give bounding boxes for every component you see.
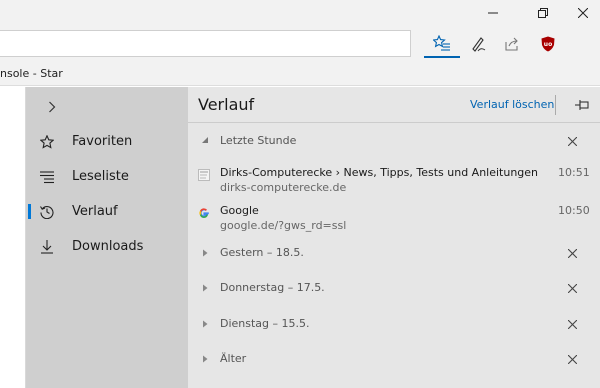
- svg-text:uo: uo: [544, 41, 552, 48]
- close-window-button[interactable]: [560, 0, 600, 26]
- close-icon: [567, 319, 577, 329]
- hub-nav-favorites[interactable]: Favoriten: [26, 124, 188, 159]
- ublock-origin-icon: uo: [541, 36, 555, 52]
- history-group-older[interactable]: Älter: [188, 342, 600, 376]
- history-entry-url: google.de/?gws_rd=ssl: [220, 219, 347, 232]
- share-icon: [505, 37, 518, 51]
- history-group-label: Dienstag – 15.5.: [220, 317, 310, 330]
- history-clock-icon: [40, 205, 54, 219]
- history-group-label: Letzte Stunde: [220, 134, 297, 147]
- title-bar: [0, 0, 600, 26]
- pin-icon: [575, 100, 589, 110]
- close-icon: [567, 248, 577, 258]
- pin-pane-button[interactable]: [571, 95, 593, 115]
- hub-nav-reading-list[interactable]: Leseliste: [26, 159, 188, 194]
- hub-nav-label: Favoriten: [72, 134, 133, 149]
- web-notes-button[interactable]: [460, 30, 496, 58]
- more-button[interactable]: [565, 30, 600, 58]
- history-group-label: Donnerstag – 17.5.: [220, 281, 325, 294]
- notes-pen-icon: [472, 37, 486, 52]
- hub-nav-label: Leseliste: [72, 169, 129, 184]
- hub-nav-label: Downloads: [72, 239, 144, 254]
- delete-group-button[interactable]: [564, 316, 580, 332]
- history-header: Verlauf Verlauf löschen: [188, 87, 600, 123]
- delete-group-button[interactable]: [564, 133, 580, 149]
- caret-right-icon: [203, 320, 208, 328]
- delete-group-button[interactable]: [564, 351, 580, 367]
- favorites-bar-item[interactable]: nsole - Star: [0, 67, 63, 80]
- minimize-icon: [488, 12, 498, 14]
- browser-toolbar: uo: [0, 26, 600, 62]
- reading-list-icon: [40, 170, 54, 183]
- history-entry-title: Dirks-Computerecke › News, Tipps, Tests …: [220, 166, 539, 179]
- restore-icon: [538, 8, 548, 18]
- history-entry-time: 10:50: [558, 204, 590, 217]
- page-content: [0, 87, 26, 388]
- favorites-bar: nsole - Star: [0, 62, 600, 86]
- history-group-last-hour[interactable]: Letzte Stunde: [188, 124, 600, 158]
- google-favicon: [199, 208, 209, 218]
- delete-group-button[interactable]: [564, 245, 580, 261]
- hub-favorites-icon: [433, 35, 450, 51]
- clear-history-link[interactable]: Verlauf löschen: [470, 98, 554, 111]
- page-title: Verlauf: [198, 95, 255, 114]
- close-icon: [578, 8, 588, 18]
- hub-nav-history[interactable]: Verlauf: [26, 194, 188, 229]
- close-icon: [567, 136, 577, 146]
- close-icon: [567, 354, 577, 364]
- minimize-button[interactable]: [470, 0, 516, 26]
- history-group-thursday[interactable]: Donnerstag – 17.5.: [188, 271, 600, 305]
- caret-right-icon: [203, 249, 208, 257]
- caret-right-icon: [203, 284, 208, 292]
- hub-nav: Favoriten Leseliste Verlauf Downloads: [26, 87, 188, 388]
- share-button[interactable]: [494, 30, 530, 58]
- history-group-label: Gestern – 18.5.: [220, 246, 304, 259]
- close-icon: [567, 283, 577, 293]
- delete-group-button[interactable]: [564, 280, 580, 296]
- history-entry[interactable]: Dirks-Computerecke › News, Tipps, Tests …: [188, 165, 600, 203]
- star-icon: [40, 134, 54, 149]
- history-entry-title: Google: [220, 204, 259, 217]
- ublock-origin-button[interactable]: uo: [530, 30, 566, 58]
- address-bar[interactable]: [0, 30, 411, 57]
- hub-nav-downloads[interactable]: Downloads: [26, 229, 188, 264]
- caret-down-icon: [202, 137, 208, 143]
- hub-expand-button[interactable]: [42, 97, 62, 117]
- header-divider: [555, 95, 556, 115]
- hub-nav-label: Verlauf: [72, 204, 118, 219]
- history-entry-url: dirks-computerecke.de: [220, 181, 347, 194]
- history-group-yesterday[interactable]: Gestern – 18.5.: [188, 236, 600, 270]
- chevron-right-icon: [49, 101, 56, 113]
- download-icon: [41, 239, 53, 254]
- site-favicon: [198, 169, 210, 181]
- hub-button[interactable]: [424, 30, 460, 58]
- history-entry-time: 10:51: [558, 166, 590, 179]
- history-panel: Verlauf Verlauf löschen Letzte Stunde Di…: [188, 87, 600, 388]
- history-group-label: Älter: [220, 352, 247, 365]
- caret-right-icon: [203, 355, 208, 363]
- history-group-tuesday[interactable]: Dienstag – 15.5.: [188, 307, 600, 341]
